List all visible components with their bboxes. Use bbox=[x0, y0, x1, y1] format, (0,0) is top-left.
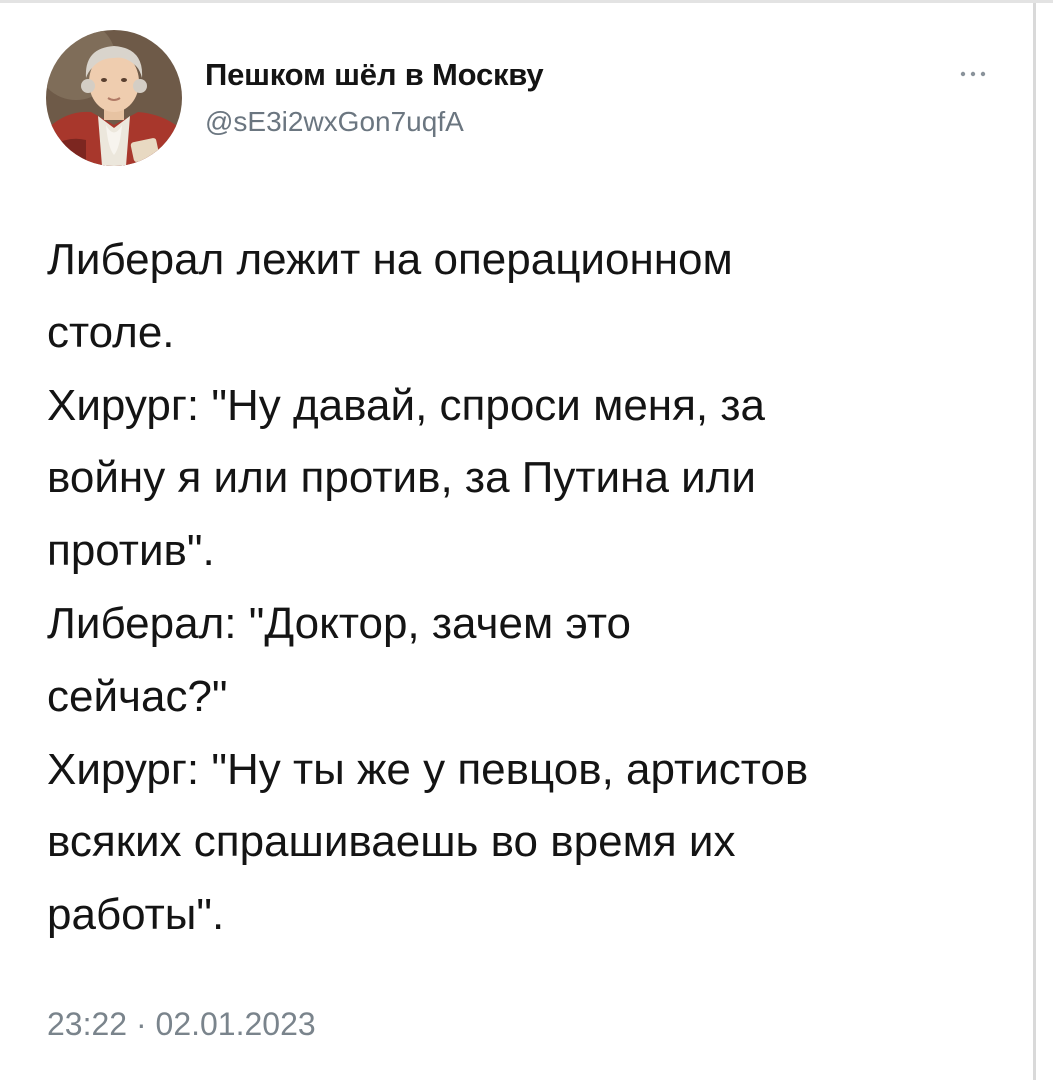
display-name[interactable]: Пешком шёл в Москву bbox=[205, 57, 544, 93]
tweet-line: сейчас?" bbox=[47, 671, 228, 721]
tweet-text: Либерал лежит на операционном столе. Хир… bbox=[47, 224, 1017, 952]
tweet-line: Хирург: "Ну ты же у певцов, артистов bbox=[47, 744, 809, 794]
tweet-line: Либерал лежит на операционном bbox=[47, 235, 733, 284]
more-dots-icon[interactable] bbox=[955, 58, 991, 86]
tweet-line: Либерал: "Доктор, зачем это bbox=[47, 598, 632, 648]
user-handle[interactable]: @sE3i2wxGon7uqfA bbox=[205, 106, 464, 138]
tweet-timestamp[interactable]: 23:22 · 02.01.2023 bbox=[47, 1006, 316, 1043]
tweet-line: столе. bbox=[47, 307, 175, 357]
tweet-line: работы". bbox=[47, 890, 225, 940]
tweet-line: войну я или против, за Путина или bbox=[47, 453, 756, 503]
portrait-avatar-icon bbox=[46, 30, 182, 166]
top-border bbox=[0, 0, 1053, 3]
avatar[interactable] bbox=[46, 30, 182, 166]
scrollbar[interactable] bbox=[1033, 3, 1036, 1080]
tweet-line: всяких спрашиваешь во время их bbox=[47, 817, 736, 867]
tweet-line: Хирург: "Ну давай, спроси меня, за bbox=[47, 380, 766, 430]
tweet-line: против". bbox=[47, 526, 215, 576]
